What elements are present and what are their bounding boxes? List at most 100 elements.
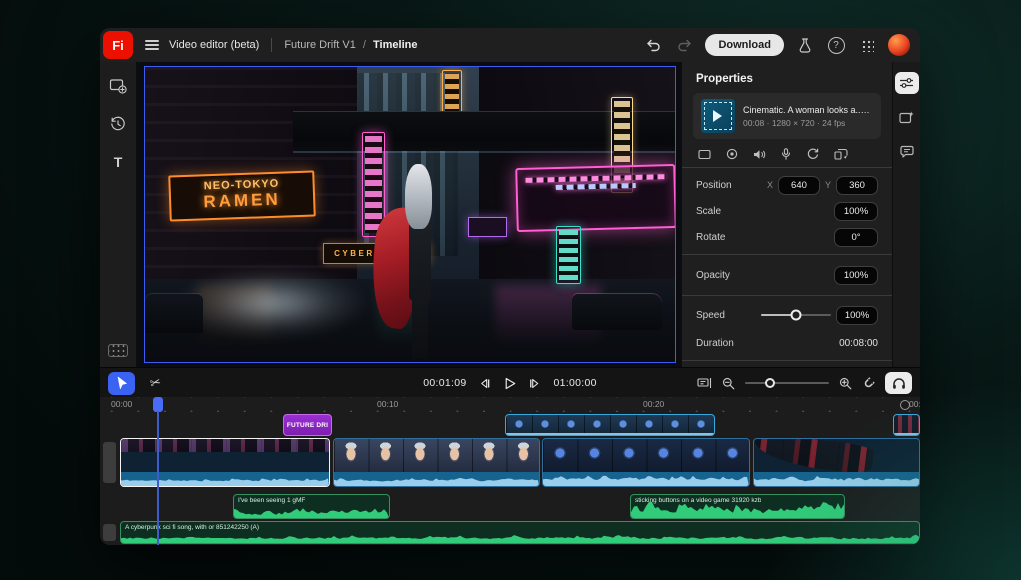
mic-icon[interactable] [781,148,791,160]
clip-thumbnails [543,439,749,472]
zoom-out-button[interactable] [722,377,735,390]
audio-preview-button[interactable] [885,372,912,394]
preview-area: NEO-TOKYO RAMEN CYBERNETICS [137,62,681,367]
clip-waveform [754,473,919,486]
clip-thumbnails [334,439,539,472]
music-clip-label: A cyberpunk sci fi song, with or 8512422… [125,524,259,531]
fit-timeline-button[interactable] [697,377,712,389]
top-bar: Fi Video editor (beta) Future Drift V1 /… [100,28,920,63]
undo-button[interactable] [643,35,663,55]
timeline-end-marker[interactable] [900,400,910,410]
speed-row: Speed 100% [696,300,878,330]
divider [682,360,892,361]
timeline-ruler[interactable]: 00:00 00:10 00:20 00:30 [100,397,920,412]
woman-legs [412,293,429,359]
position-label: Position [696,180,732,191]
speed-slider[interactable] [761,314,831,316]
flask-icon [798,38,812,53]
clip-meta: 00:08 · 1280 × 720 · 24 fps [743,118,871,128]
speed-input[interactable]: 100% [836,306,878,325]
video-clip-4[interactable] [753,438,920,487]
playhead[interactable] [153,397,163,545]
ramen-sign-line2: RAMEN [173,189,311,214]
scale-input[interactable]: 100% [834,202,878,221]
play-icon [713,110,722,122]
audio-clip-2[interactable]: sticking buttons on a video game 31920 k… [630,494,845,519]
add-media-button[interactable] [108,76,128,96]
playhead-head[interactable] [153,397,163,412]
help-button[interactable]: ? [826,35,846,55]
overlay-video-clip-small[interactable] [893,414,920,436]
video-clip-2[interactable] [333,438,540,487]
select-tool-button[interactable] [108,372,135,395]
step-forward-button[interactable] [529,378,542,389]
ruler-label: 00:10 [377,399,398,409]
breadcrumb-project[interactable]: Future Drift V1 [284,39,356,51]
flip-icon[interactable] [834,148,848,160]
audio-icon[interactable] [753,149,766,160]
menu-icon[interactable] [145,40,159,50]
video-clip-1-selected[interactable] [120,438,330,487]
text-tool-button[interactable]: T [108,152,128,172]
generate-media-tab-button[interactable] [895,106,919,128]
zoom-out-icon [722,377,735,390]
apps-button[interactable] [857,35,877,55]
neon-text-row [525,174,665,183]
step-back-button[interactable] [479,378,492,389]
redo-button[interactable] [674,35,694,55]
music-track-handle[interactable] [103,524,116,541]
selected-clip-card[interactable]: Cinematic. A woman looks a... vffgenvid … [693,93,881,139]
avatar[interactable] [888,34,910,56]
video-track-handle[interactable] [103,442,116,483]
frame-icon[interactable] [698,149,711,160]
apps-grid-icon [861,39,874,52]
opacity-input[interactable]: 100% [834,266,878,285]
shortcuts-badge[interactable] [108,344,128,357]
woman-figure [386,164,450,359]
speed-slider-knob[interactable] [791,310,802,321]
audio-clip-1[interactable]: I've been seeing 1 gMF [233,494,390,519]
zoom-in-button[interactable] [839,377,852,390]
snap-toggle-button[interactable] [862,377,875,390]
video-canvas[interactable]: NEO-TOKYO RAMEN CYBERNETICS [144,66,676,363]
scene-fog [177,268,368,339]
video-clip-3[interactable] [542,438,750,487]
magnet-icon [859,374,877,392]
zoom-slider-knob[interactable] [765,378,775,388]
cursor-icon [115,376,128,390]
question-icon: ? [828,37,845,54]
history-button[interactable] [108,114,128,134]
divider [271,38,272,52]
mask-icon[interactable] [726,148,738,160]
step-back-icon [479,378,492,389]
firefly-logo[interactable]: Fi [103,31,133,59]
neon-text-row [555,183,635,190]
x-axis-label: X [767,180,773,190]
breadcrumb-separator: / [363,39,366,51]
zoom-in-icon [839,377,852,390]
beta-feedback-button[interactable] [795,35,815,55]
overlay-video-clip[interactable] [505,414,715,436]
main-region: T NEO- [100,62,920,367]
scene-car-right [572,294,662,329]
download-button[interactable]: Download [705,34,784,56]
position-y-input[interactable]: 360 [836,176,878,195]
zoom-slider[interactable] [745,382,829,384]
timeline: 00:00 00:10 00:20 00:30 FUTURE DRI [100,397,920,545]
text-clip-future-drift[interactable]: FUTURE DRI [283,414,332,436]
play-icon [504,377,517,390]
cut-tool-button[interactable]: ✂ [143,372,167,394]
audio-clip-label: I've been seeing 1 gMF [238,497,305,504]
comments-tab-button[interactable] [895,140,919,162]
refresh-icon[interactable] [806,148,819,160]
rotate-input[interactable]: 0° [834,228,878,247]
properties-tab-button[interactable] [895,72,919,94]
music-clip[interactable]: A cyberpunk sci fi song, with or 8512422… [120,521,920,544]
duration-label: Duration [696,338,734,349]
opacity-label: Opacity [696,270,730,281]
sliders-icon [899,77,914,89]
divider [682,295,892,296]
breadcrumb: Future Drift V1 / Timeline [284,39,417,51]
position-x-input[interactable]: 640 [778,176,820,195]
play-button[interactable] [504,377,517,390]
